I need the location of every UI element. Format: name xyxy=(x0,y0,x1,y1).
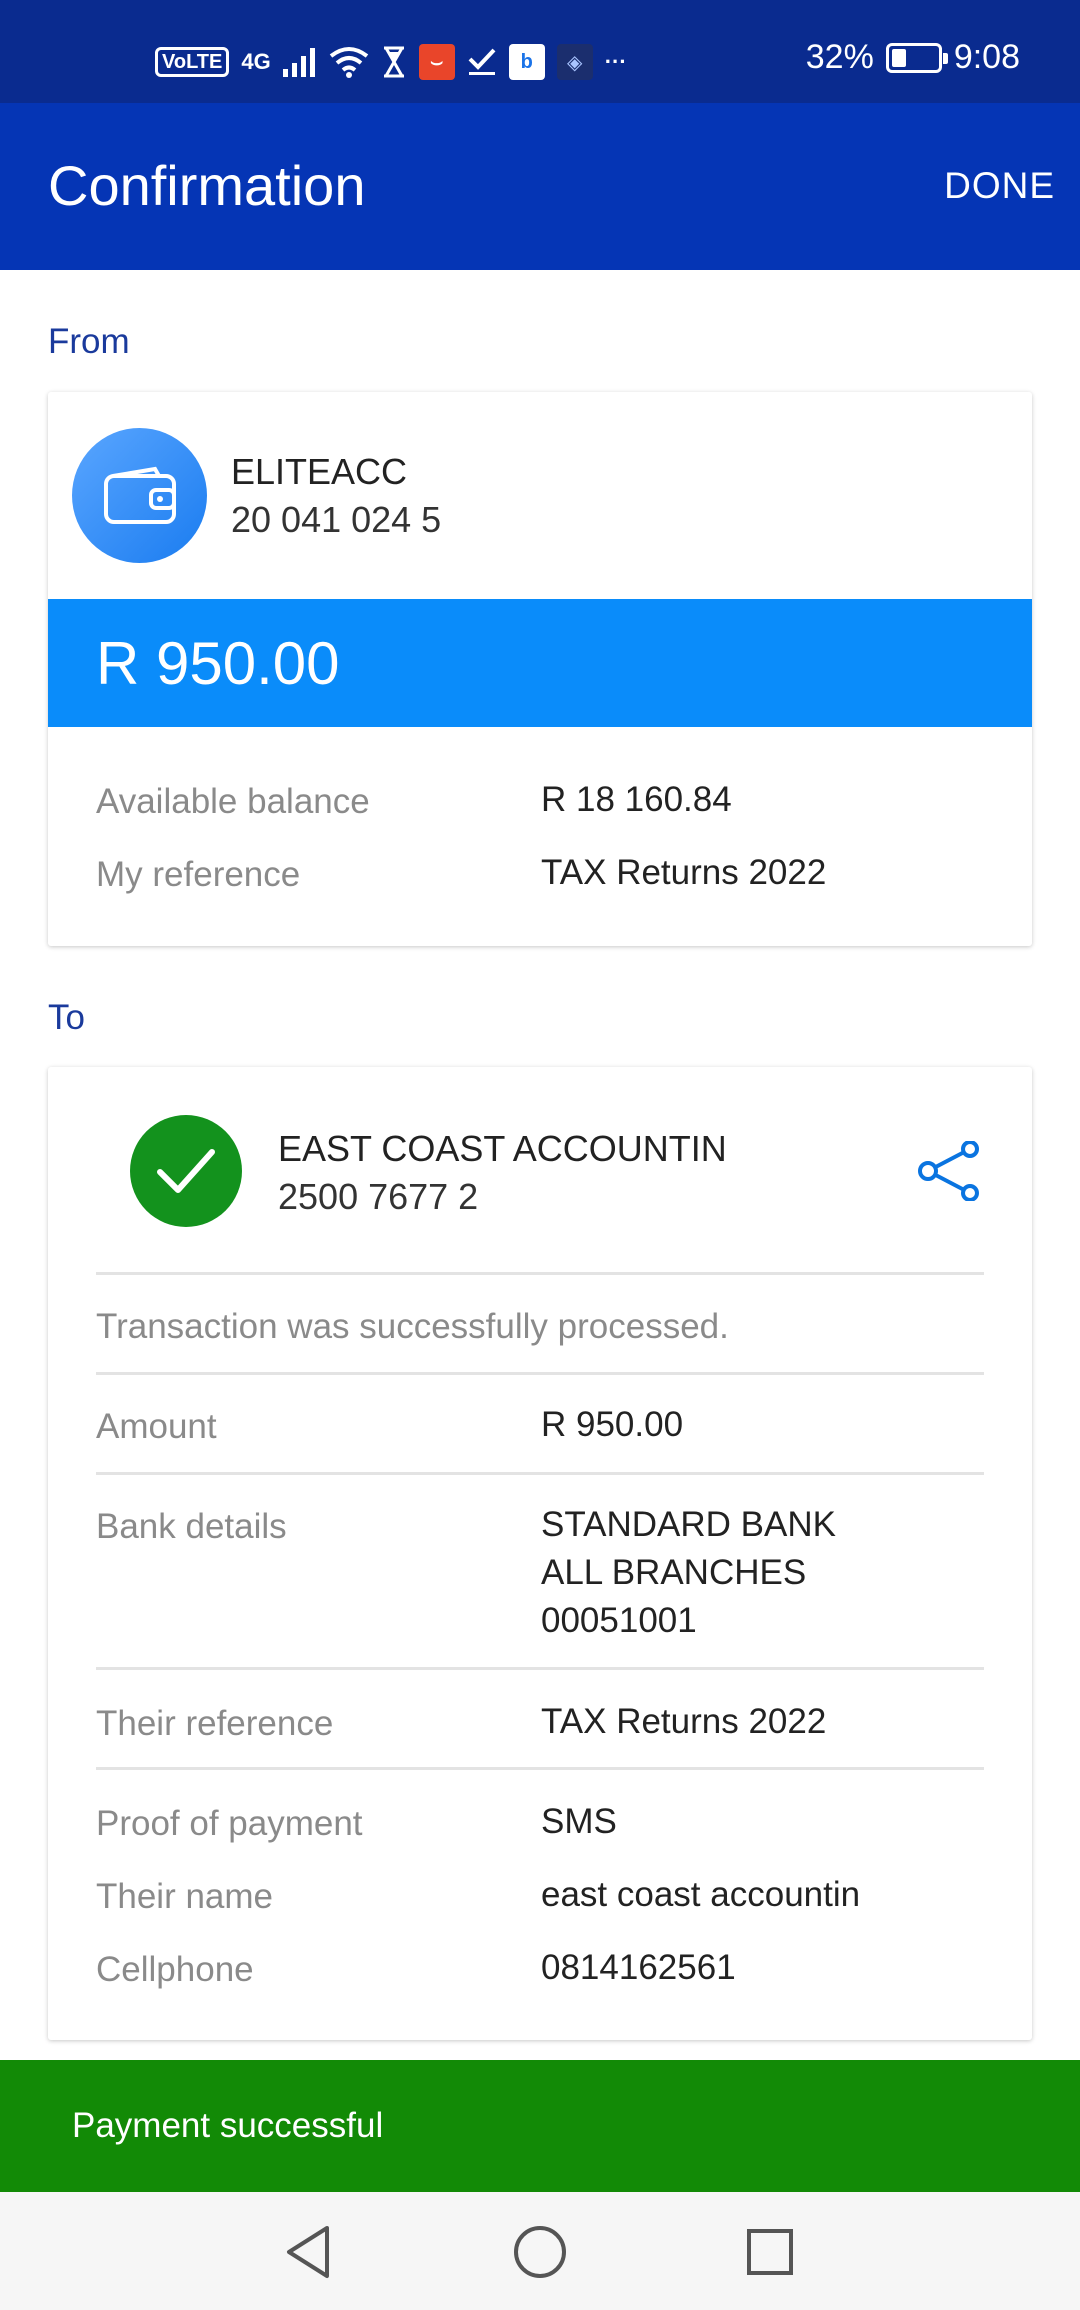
divider xyxy=(96,1472,984,1475)
volte-indicator: VoLTE xyxy=(155,47,230,77)
wallet-icon xyxy=(72,428,207,563)
status-right: 32% 9:08 xyxy=(806,38,1020,77)
recipient-account-number: 2500 7677 2 xyxy=(278,1176,479,1217)
divider xyxy=(96,1667,984,1670)
signal-icon xyxy=(282,48,315,77)
row-label: Their name xyxy=(96,1877,274,1916)
to-section-label: To xyxy=(48,998,85,1037)
battery-percent: 32% xyxy=(805,38,874,76)
hourglass-icon xyxy=(383,46,404,78)
row-label: Bank details xyxy=(96,1507,287,1546)
from-account-number: 20 041 024 5 xyxy=(231,498,442,540)
row-label: Available balance xyxy=(96,782,370,821)
row-value: TAX Returns 2022 xyxy=(541,853,827,892)
branch-code: 00051001 xyxy=(541,1601,697,1640)
checkmark-notification-icon xyxy=(468,48,496,75)
battery-fill xyxy=(891,48,906,67)
app-cube-icon: ◈ xyxy=(556,44,593,80)
bing-icon: b xyxy=(508,44,545,80)
battery-icon xyxy=(885,42,948,73)
app-notification-icon: ⌣ xyxy=(418,44,455,80)
to-card: EAST COAST ACCOUNTIN 2500 7677 2 Transac… xyxy=(48,1067,1032,2040)
divider xyxy=(96,1767,984,1770)
content: From ELITEACC 20 041 024 5 R 950.00 Avai… xyxy=(0,270,1080,2060)
snackbar-message: Payment successful xyxy=(72,2106,384,2145)
home-circle-icon[interactable] xyxy=(510,2222,570,2282)
wifi-icon xyxy=(329,47,368,78)
back-triangle-icon[interactable] xyxy=(279,2222,339,2282)
bank-name: STANDARD BANK xyxy=(541,1505,836,1544)
recents-square-icon[interactable] xyxy=(740,2222,800,2282)
share-icon[interactable] xyxy=(916,1141,982,1201)
app-bar: Confirmation DONE xyxy=(0,103,1080,270)
from-account-header: ELITEACC 20 041 024 5 xyxy=(72,428,441,563)
row-label: Their reference xyxy=(96,1704,334,1743)
from-card: ELITEACC 20 041 024 5 R 950.00 Available… xyxy=(48,392,1032,946)
payment-success-snackbar: Payment successful xyxy=(0,2060,1080,2192)
row-value: TAX Returns 2022 xyxy=(541,1702,827,1741)
row-label: My reference xyxy=(96,855,301,894)
from-section-label: From xyxy=(48,322,130,361)
divider xyxy=(96,1272,984,1275)
from-account-text: ELITEACC 20 041 024 5 xyxy=(231,448,441,544)
row-value: STANDARD BANK ALL BRANCHES 00051001 xyxy=(541,1501,836,1645)
page-title: Confirmation xyxy=(48,154,366,217)
row-label: Cellphone xyxy=(96,1950,254,1989)
more-notifications-icon: ··· xyxy=(604,49,627,74)
row-value: R 18 160.84 xyxy=(541,780,732,819)
done-button[interactable]: DONE xyxy=(944,165,1055,207)
bank-branch: ALL BRANCHES xyxy=(541,1553,807,1592)
row-label: Proof of payment xyxy=(96,1804,363,1843)
status-message: Transaction was successfully processed. xyxy=(96,1307,729,1346)
check-icon xyxy=(130,1115,242,1227)
clock: 9:08 xyxy=(953,38,1020,76)
recipient-name: EAST COAST ACCOUNTIN xyxy=(278,1128,727,1169)
row-value: SMS xyxy=(541,1802,617,1841)
row-value: R 950.00 xyxy=(541,1405,684,1444)
row-value: 0814162561 xyxy=(541,1948,736,1987)
divider xyxy=(96,1372,984,1375)
from-account-name: ELITEACC xyxy=(231,450,408,492)
system-nav-bar xyxy=(0,2192,1080,2310)
row-label: Amount xyxy=(96,1407,217,1446)
recipient-text: EAST COAST ACCOUNTIN 2500 7677 2 xyxy=(278,1125,727,1221)
status-bar: VoLTE 4G ⌣ b ◈ ··· 32% 9:08 xyxy=(0,0,1080,103)
row-value: east coast accountin xyxy=(541,1875,861,1914)
status-icons: VoLTE 4G ⌣ b ◈ ··· xyxy=(155,42,627,82)
network-type: 4G xyxy=(241,49,271,74)
amount-band: R 950.00 xyxy=(48,599,1032,727)
payment-amount: R 950.00 xyxy=(96,630,340,697)
